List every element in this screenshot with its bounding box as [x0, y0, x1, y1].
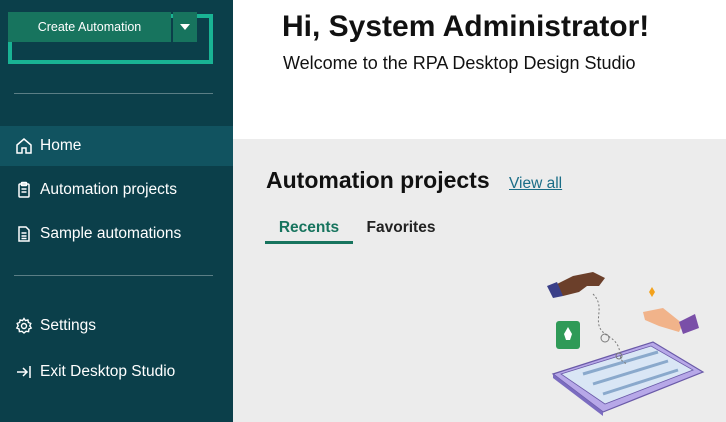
sidebar-divider	[14, 93, 213, 94]
page-title: Hi, System Administrator!	[282, 10, 650, 43]
section-title: Automation projects	[266, 167, 490, 193]
hand-graphic	[547, 272, 605, 298]
home-icon	[15, 137, 33, 155]
automation-projects-panel: Automation projects View all Recents Fav…	[233, 139, 726, 422]
active-tab-indicator	[265, 241, 353, 244]
create-automation-dropdown-button[interactable]	[173, 12, 197, 42]
gear-icon	[15, 317, 33, 335]
sidebar-divider	[14, 275, 213, 276]
sidebar-item-label: Home	[40, 137, 82, 154]
hand-graphic	[643, 308, 699, 334]
tab-recents[interactable]: Recents	[265, 213, 353, 243]
sidebar-item-exit-desktop-studio[interactable]: Exit Desktop Studio	[0, 352, 233, 392]
sidebar-item-home[interactable]: Home	[0, 126, 233, 166]
view-all-link[interactable]: View all	[509, 175, 562, 193]
sidebar-item-automation-projects[interactable]: Automation projects	[0, 170, 233, 210]
sidebar: Create Automation Home Automation projec…	[0, 0, 233, 422]
caret-down-icon	[180, 24, 190, 30]
exit-icon	[15, 363, 33, 381]
clipboard-icon	[15, 181, 33, 199]
sidebar-item-label: Automation projects	[40, 181, 177, 198]
sidebar-item-label: Sample automations	[40, 225, 182, 242]
rocket-badge-graphic	[556, 321, 580, 349]
sidebar-item-label: Settings	[40, 317, 97, 334]
sidebar-item-label: Exit Desktop Studio	[40, 363, 176, 380]
tablet-graphic	[551, 341, 705, 416]
document-icon	[15, 225, 33, 243]
tab-favorites[interactable]: Favorites	[361, 213, 441, 243]
page-subtitle: Welcome to the RPA Desktop Design Studio	[283, 53, 636, 73]
sidebar-item-sample-automations[interactable]: Sample automations	[0, 214, 233, 254]
automation-illustration	[547, 272, 705, 416]
sidebar-item-settings[interactable]: Settings	[0, 306, 233, 346]
create-automation-button[interactable]: Create Automation	[8, 12, 171, 42]
